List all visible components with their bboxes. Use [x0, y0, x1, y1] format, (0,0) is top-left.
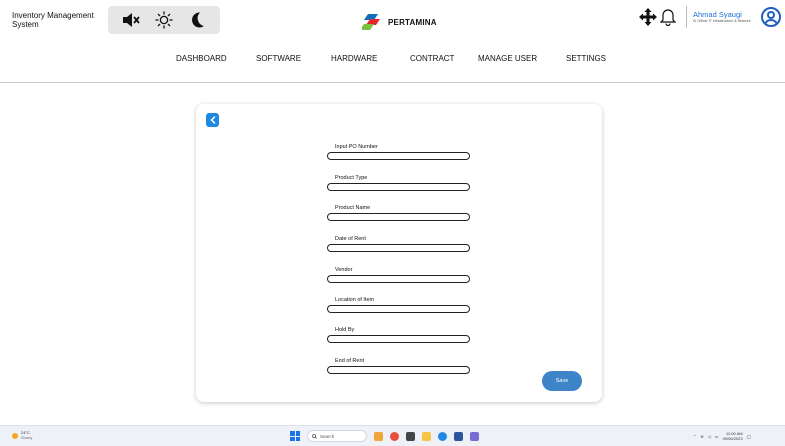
- field-label: Product Name: [335, 205, 371, 211]
- chevron-up-icon[interactable]: ⌃: [693, 434, 696, 439]
- field-label: Vendor: [335, 267, 353, 273]
- windows-start-icon[interactable]: [290, 431, 300, 441]
- field-label: Date of Rent: [335, 236, 366, 242]
- notification-bell-icon[interactable]: ◯: [747, 434, 751, 439]
- nav-manage-user[interactable]: MANAGE USER: [478, 54, 537, 63]
- search-icon: [312, 433, 317, 439]
- nav-hardware[interactable]: HARDWARE: [331, 54, 377, 63]
- header-divider: [686, 6, 687, 28]
- taskbar-search[interactable]: Search: [307, 430, 367, 442]
- top-bar: Inventory Management System PERTAMINA Ah…: [0, 0, 785, 44]
- end-of-rent-input[interactable]: [327, 366, 470, 374]
- move-arrows-icon[interactable]: [638, 7, 658, 27]
- taskbar-apps: Search: [290, 430, 479, 442]
- chevron-left-icon: [209, 116, 215, 124]
- store-app-icon[interactable]: [454, 431, 463, 441]
- nav-contract[interactable]: CONTRACT: [410, 54, 454, 63]
- field-product-name: Product Name: [327, 204, 473, 221]
- location-input[interactable]: [327, 305, 470, 313]
- weather-condition: Sunny: [21, 434, 33, 440]
- field-hold-by: Hold By: [327, 326, 473, 343]
- main-nav: DASHBOARD SOFTWARE HARDWARE CONTRACT MAN…: [0, 54, 785, 68]
- product-name-input[interactable]: [327, 213, 470, 221]
- brand-logo: PERTAMINA: [362, 14, 437, 30]
- search-placeholder: Search: [320, 433, 335, 439]
- edge-app-icon[interactable]: [438, 431, 447, 441]
- os-taskbar: 24°C Sunny Search ⌃ ≋ ◁ ▭ 11:00 AM 09/06…: [0, 425, 785, 446]
- field-label: Location of Item: [335, 297, 375, 303]
- nav-settings[interactable]: SETTINGS: [566, 54, 606, 63]
- field-location: Location of Item: [327, 296, 473, 313]
- user-info[interactable]: Ahmad Syaugi Sr Officer IT Infrastructur…: [693, 10, 755, 24]
- pertamina-logo-icon: [362, 14, 380, 30]
- field-label: Product Type: [335, 175, 368, 181]
- system-tray: ⌃ ≋ ◁ ▭ 11:00 AM 09/06/2023 ◯: [693, 431, 751, 441]
- moon-icon[interactable]: [186, 9, 208, 31]
- terminal-app-icon[interactable]: [406, 431, 415, 441]
- bell-icon[interactable]: [658, 7, 678, 27]
- nav-dashboard[interactable]: DASHBOARD: [176, 54, 227, 63]
- user-role: Sr Officer IT Infrastructure & Network: [693, 19, 751, 24]
- brand-name: PERTAMINA: [388, 17, 437, 27]
- system-clock[interactable]: 11:00 AM 09/06/2023: [722, 431, 743, 441]
- product-type-input[interactable]: [327, 183, 470, 191]
- field-end-of-rent: End of Rent: [327, 357, 473, 374]
- file-explorer-icon[interactable]: [422, 431, 431, 441]
- weather-widget[interactable]: 24°C Sunny: [12, 430, 33, 440]
- vendor-input[interactable]: [327, 275, 470, 283]
- clock-date: 09/06/2023: [722, 435, 743, 441]
- speaker-muted-icon[interactable]: [120, 9, 142, 31]
- sun-icon[interactable]: [153, 9, 175, 31]
- teams-app-icon[interactable]: [470, 431, 479, 441]
- wifi-icon[interactable]: ≋: [700, 434, 703, 439]
- save-button[interactable]: Save: [542, 371, 582, 391]
- header-tools: Ahmad Syaugi Sr Officer IT Infrastructur…: [638, 6, 781, 28]
- field-date-of-rent: Date of Rent: [327, 235, 473, 252]
- app-title: Inventory Management System: [12, 11, 94, 29]
- po-number-input[interactable]: [327, 152, 470, 160]
- volume-icon[interactable]: ◁: [708, 434, 711, 439]
- java-app-icon[interactable]: [374, 431, 383, 441]
- date-of-rent-input[interactable]: [327, 244, 470, 252]
- back-button[interactable]: [206, 113, 219, 127]
- field-label: Input PO Number: [335, 144, 378, 150]
- nav-software[interactable]: SOFTWARE: [256, 54, 301, 63]
- user-avatar-icon[interactable]: [761, 7, 781, 27]
- nav-divider: [0, 82, 785, 83]
- form-card: Input PO Number Product Type Product Nam…: [196, 104, 602, 402]
- hold-by-input[interactable]: [327, 335, 470, 343]
- field-label: Hold By: [335, 327, 355, 333]
- user-name: Ahmad Syaugi: [693, 10, 742, 20]
- field-label: End of Rent: [335, 358, 365, 364]
- chrome-app-icon[interactable]: [390, 431, 399, 441]
- sun-weather-icon: [12, 432, 18, 439]
- field-product-type: Product Type: [327, 174, 473, 191]
- field-po-number: Input PO Number: [327, 143, 473, 160]
- field-vendor: Vendor: [327, 266, 473, 283]
- battery-icon[interactable]: ▭: [715, 434, 719, 439]
- display-mode-toggles: [108, 6, 220, 34]
